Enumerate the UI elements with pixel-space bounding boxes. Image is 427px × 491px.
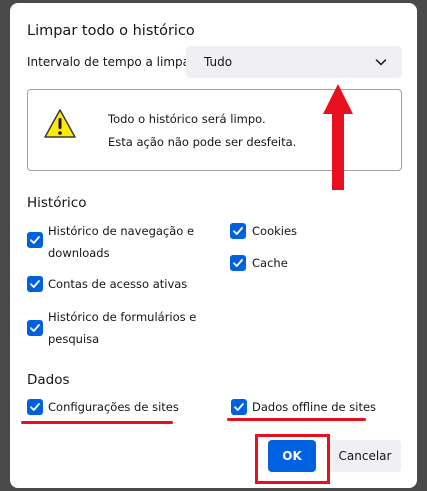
cache-checkbox[interactable]: [230, 255, 246, 271]
time-range-value: Tudo: [204, 55, 233, 69]
checkmark-icon: [233, 259, 243, 267]
annotation-underline-offline-data: [227, 418, 366, 421]
active-logins-checkbox[interactable]: [27, 276, 43, 292]
data-heading: Dados: [27, 372, 70, 388]
cache-label: Cache: [252, 256, 288, 270]
active-logins-label: Contas de acesso ativas: [48, 277, 188, 291]
checkmark-icon: [30, 324, 40, 332]
annotation-underline-site-settings: [21, 421, 173, 424]
cookies-label: Cookies: [252, 224, 298, 238]
clear-history-dialog: Limpar todo o histórico Intervalo de tem…: [10, 3, 417, 488]
checkmark-icon: [234, 403, 244, 411]
warning-text-secondary: Esta ação não pode ser desfeita.: [108, 135, 297, 149]
time-range-select[interactable]: Tudo: [186, 46, 402, 78]
checkmark-icon: [30, 280, 40, 288]
annotation-box-ok: [255, 434, 330, 484]
offline-data-checkbox[interactable]: [231, 399, 247, 415]
cookies-checkbox[interactable]: [230, 223, 246, 239]
warning-text-primary: Todo o histórico será limpo.: [108, 112, 266, 126]
browsing-history-checkbox[interactable]: [27, 232, 43, 248]
site-settings-checkbox[interactable]: [27, 399, 43, 415]
form-history-checkbox[interactable]: [27, 320, 43, 336]
site-settings-label: Configurações de sites: [48, 400, 179, 414]
time-range-label: Intervalo de tempo a limpar:: [27, 55, 199, 69]
browsing-history-label: Histórico de navegação e: [48, 224, 195, 238]
checkmark-icon: [233, 227, 243, 235]
cancel-button[interactable]: Cancelar: [329, 440, 401, 472]
form-history-label: Histórico de formulários e: [48, 310, 197, 324]
checkmark-icon: [30, 403, 40, 411]
browsing-history-label-cont: downloads: [48, 246, 110, 260]
annotation-arrow-icon: [323, 84, 353, 190]
warning-icon: [44, 109, 76, 138]
dialog-title: Limpar todo o histórico: [27, 23, 195, 39]
checkmark-icon: [30, 236, 40, 244]
chevron-down-icon: [375, 59, 387, 66]
form-history-label-cont: pesquisa: [48, 332, 100, 346]
history-heading: Histórico: [27, 195, 87, 211]
offline-data-label: Dados offline de sites: [252, 400, 377, 414]
